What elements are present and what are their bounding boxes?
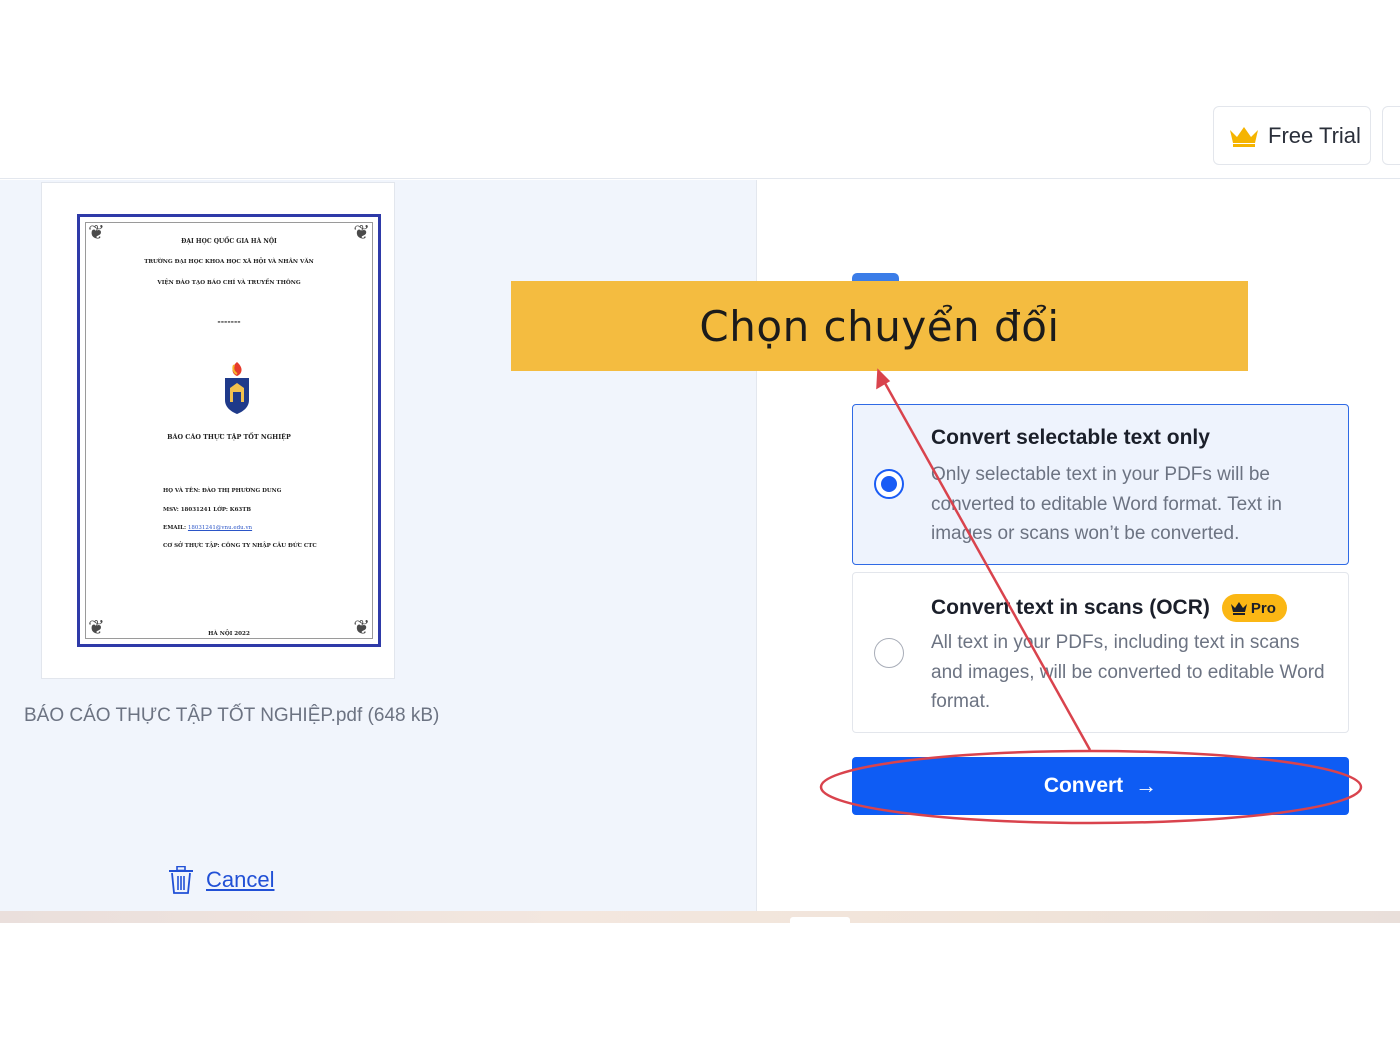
option-selectable-text[interactable]: Convert selectable text only Only select…	[852, 404, 1349, 565]
cancel-button[interactable]: Cancel	[168, 866, 274, 894]
radio-unselected[interactable]	[874, 638, 904, 668]
arrow-right-icon: →	[1135, 773, 1158, 798]
doc-divider: -------	[217, 316, 241, 326]
doc-line: ĐẠI HỌC QUỐC GIA HÀ NỘI	[181, 238, 277, 245]
free-trial-button[interactable]: Free Trial	[1213, 106, 1371, 165]
doc-line: HÀ NỘI 2022	[208, 631, 250, 637]
free-trial-label: Free Trial	[1268, 123, 1361, 148]
option-title-row: Convert text in scans (OCR) Pro	[931, 594, 1287, 622]
pdf-thumbnail: ❦ ❦ ❦ ❦ ĐẠI HỌC QUỐC GIA HÀ NỘI TRƯỜNG Đ…	[41, 182, 395, 679]
doc-line: HỌ VÀ TÊN: ĐÀO THỊ PHƯƠNG DUNG	[163, 488, 282, 494]
doc-email-link: 18031241@vnu.edu.vn	[187, 525, 253, 531]
radio-selected[interactable]	[874, 469, 904, 499]
strip-tab	[790, 917, 850, 923]
pro-badge: Pro	[1221, 594, 1287, 622]
top-header: Free Trial	[0, 0, 1400, 179]
doc-line: MSV: 18031241 LỚP: K63TB	[163, 507, 251, 513]
doc-report-title: BÁO CÁO THỰC TẬP TỐT NGHIỆP	[167, 433, 291, 441]
pro-badge-label: Pro	[1250, 599, 1276, 617]
tutorial-callout: Chọn chuyển đổi	[511, 281, 1248, 371]
doc-line: TRƯỜNG ĐẠI HỌC KHOA HỌC XÃ HỘI VÀ NHÂN V…	[144, 259, 314, 265]
university-logo-icon	[225, 362, 249, 414]
callout-text: Chọn chuyển đổi	[699, 301, 1060, 351]
file-name: BÁO CÁO THỰC TẬP TỐT NGHIỆP.pdf (648 kB)	[24, 705, 440, 726]
option-title: Convert selectable text only	[931, 426, 1210, 449]
doc-line: VIỆN ĐÀO TẠO BÁO CHÍ VÀ TRUYỀN THÔNG	[157, 280, 301, 286]
option-description: Only selectable text in your PDFs will b…	[931, 464, 1282, 544]
bottom-strip	[0, 911, 1400, 923]
doc-email-label: EMAIL:	[163, 525, 188, 531]
doc-line: CƠ SỞ THỰC TẬP: CÔNG TY NHẬP CÂU ĐỨC CTC	[163, 543, 317, 549]
convert-button[interactable]: Convert →	[852, 757, 1349, 815]
option-description: All text in your PDFs, including text in…	[931, 632, 1325, 712]
page-border: ❦ ❦ ❦ ❦ ĐẠI HỌC QUỐC GIA HÀ NỘI TRƯỜNG Đ…	[85, 222, 373, 639]
option-ocr[interactable]: Convert text in scans (OCR) Pro All text…	[852, 572, 1349, 733]
crown-icon	[1230, 127, 1258, 147]
cancel-label: Cancel	[206, 867, 275, 892]
doc-line: EMAIL: 18031241@vnu.edu.vn	[163, 525, 252, 531]
option-title: Convert text in scans (OCR)	[931, 596, 1210, 619]
header-button-partial[interactable]	[1382, 106, 1400, 165]
convert-label: Convert	[1043, 774, 1124, 797]
crown-icon	[1230, 602, 1247, 615]
document-page: ❦ ❦ ❦ ❦ ĐẠI HỌC QUỐC GIA HÀ NỘI TRƯỜNG Đ…	[77, 214, 381, 647]
trash-icon	[169, 866, 193, 894]
